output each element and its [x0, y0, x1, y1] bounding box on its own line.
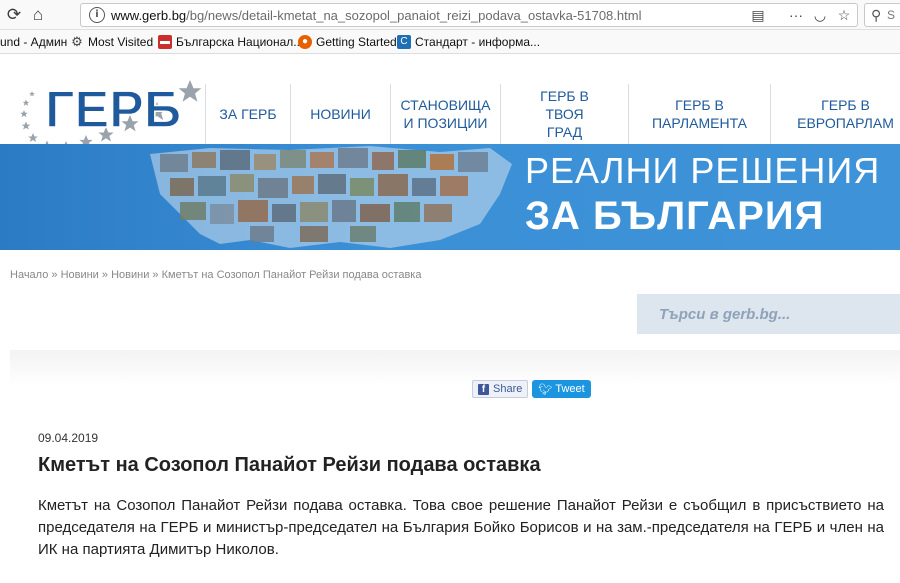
site-search — [637, 294, 900, 334]
article-title: Кметът на Созопол Панайот Рейзи подава о… — [38, 454, 541, 476]
breadcrumb-separator: » — [149, 269, 162, 281]
article-date: 09.04.2019 — [38, 431, 99, 445]
breadcrumb-news-sub[interactable]: Новини — [111, 269, 149, 281]
menu-item-evroparlament[interactable]: ГЕРБ В ЕВРОПАРЛАМ — [770, 84, 900, 144]
main-menu: ЗА ГЕРБ НОВИНИ СТАНОВИЩА И ПОЗИЦИИ ГЕРБ … — [205, 84, 900, 144]
banner-slogan-line2: ЗА БЪЛГАРИЯ — [525, 194, 825, 238]
menu-item-novini[interactable]: НОВИНИ — [290, 84, 390, 144]
bookmark-label: Most Visited — [88, 35, 154, 49]
twitter-icon: 🐦︎ — [538, 383, 553, 396]
site-search-input[interactable] — [637, 294, 900, 334]
gerb-logo[interactable]: ГЕРБ — [0, 54, 205, 144]
search-icon: ⚲ — [871, 7, 882, 23]
bookmark-label: Стандарт - информа... — [415, 35, 541, 49]
share-label: Share — [493, 383, 523, 395]
browser-search-box[interactable]: ⚲ S — [864, 3, 900, 27]
reload-icon[interactable]: ⟳ — [4, 5, 24, 25]
facebook-icon: f — [478, 383, 489, 395]
article: f Share 🐦︎ Tweet 09.04.2019 Кметът на Со… — [10, 350, 900, 583]
bookmark-label: Българска Национал... — [176, 35, 304, 49]
tweet-label: Tweet — [555, 383, 585, 395]
hero-banner[interactable]: РЕАЛНИ РЕШЕНИЯ ЗА БЪЛГАРИЯ — [0, 144, 900, 250]
tweet-button[interactable]: 🐦︎ Tweet — [532, 380, 591, 398]
standart-icon: C — [397, 35, 411, 49]
bookmark-item[interactable]: ● Getting Started — [298, 34, 397, 50]
breadcrumb-home[interactable]: Начало — [10, 269, 48, 281]
menu-item-za-gerb[interactable]: ЗА ГЕРБ — [205, 84, 290, 144]
menu-item-label: ГЕРБ В ЕВРОПАРЛАМ — [797, 97, 894, 131]
bookmark-item[interactable]: ⚙ Most Visited — [70, 34, 153, 50]
browser-toolbar: ⟳ ⌂ i www.gerb.bg/bg/news/detail-kmetat_… — [0, 0, 900, 30]
browser-search-placeholder: S — [887, 8, 896, 22]
url-text[interactable]: www.gerb.bg/bg/news/detail-kmetat_na_soz… — [111, 8, 641, 23]
bookmarks-toolbar: und - Админ ⚙ Most Visited ▬ Българска Н… — [0, 30, 900, 54]
menu-item-stanovishta[interactable]: СТАНОВИЩА И ПОЗИЦИИ — [390, 84, 500, 144]
breadcrumb-separator: » — [48, 269, 61, 281]
bookmark-item[interactable]: und - Админ — [0, 34, 67, 50]
home-icon[interactable]: ⌂ — [28, 5, 48, 25]
breadcrumb-current: Кметът на Созопол Панайот Рейзи подава о… — [161, 269, 422, 281]
bookmark-label: Getting Started — [316, 35, 397, 49]
menu-item-parlament[interactable]: ГЕРБ В ПАРЛАМЕНТА — [628, 84, 770, 144]
breadcrumb-news[interactable]: Новини — [61, 269, 99, 281]
banner-slogan-line1: РЕАЛНИ РЕШЕНИЯ — [525, 150, 881, 191]
gear-icon: ⚙ — [71, 34, 83, 49]
website: ГЕРБ ЗА ГЕРБ НОВИНИ СТАНОВИЩА И ПОЗИЦИИ … — [0, 54, 900, 583]
bnt-icon: ▬ — [158, 35, 172, 49]
bookmark-label: und - Админ — [0, 35, 68, 49]
bookmark-item[interactable]: C Стандарт - информа... — [397, 34, 540, 50]
site-info-icon[interactable]: i — [89, 7, 105, 23]
bookmark-item[interactable]: ▬ Българска Национал... — [158, 34, 303, 50]
menu-item-label: ГЕРБ В ТВОЯ ГРАД — [540, 88, 589, 140]
breadcrumb-separator: » — [98, 269, 112, 281]
bookmark-star-icon[interactable]: ☆ — [835, 6, 853, 24]
breadcrumb: Начало » Новини » Новини » Кметът на Соз… — [10, 269, 421, 281]
address-bar[interactable]: i www.gerb.bg/bg/news/detail-kmetat_na_s… — [80, 3, 858, 27]
bulgaria-map-collage — [150, 146, 512, 248]
pocket-icon[interactable]: ◡ — [811, 6, 829, 24]
menu-item-label: ЗА ГЕРБ — [219, 106, 277, 122]
menu-item-v-tvoya-grad[interactable]: ГЕРБ В ТВОЯ ГРАД — [500, 84, 628, 144]
facebook-share-button[interactable]: f Share — [472, 380, 529, 398]
menu-item-label: НОВИНИ — [310, 106, 371, 122]
share-buttons: f Share 🐦︎ Tweet — [472, 380, 591, 398]
logo-text: ГЕРБ — [45, 81, 181, 139]
menu-item-label: ГЕРБ В ПАРЛАМЕНТА — [651, 97, 747, 131]
firefox-icon: ● — [298, 35, 312, 49]
article-body: Кметът на Созопол Панайот Рейзи подава о… — [38, 497, 884, 558]
reader-view-icon[interactable]: ▤ — [749, 6, 767, 24]
page-actions-icon[interactable]: ··· — [787, 6, 805, 24]
menu-item-label: СТАНОВИЩА И ПОЗИЦИИ — [400, 97, 491, 131]
